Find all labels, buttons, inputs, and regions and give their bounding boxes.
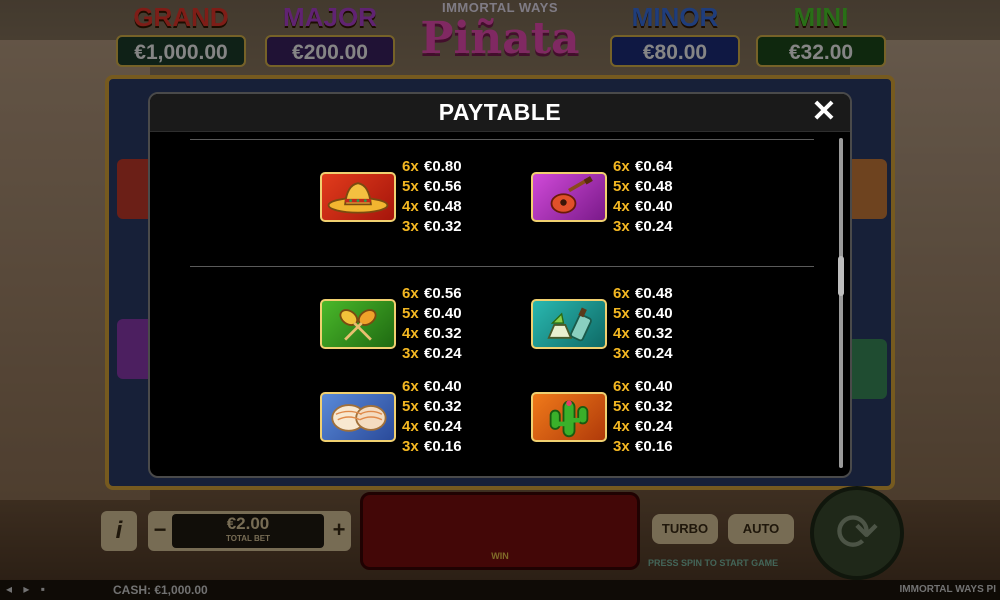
pay-row: 4x €0.32	[402, 324, 462, 344]
pay-count: 6x	[613, 158, 630, 175]
paytable-entry-conchas: 6x €0.40 5x €0.32 4x €0.24 3x €0.16	[320, 377, 520, 459]
pay-row: 6x €0.40	[613, 377, 673, 397]
pay-amount: €0.40	[635, 305, 673, 322]
pay-count: 5x	[402, 398, 419, 415]
cactus-icon	[531, 392, 607, 442]
pay-row: 5x €0.56	[402, 177, 462, 197]
pay-row: 3x €0.24	[613, 217, 673, 237]
pay-count: 6x	[613, 378, 630, 395]
pay-amount: €0.56	[424, 285, 462, 302]
pay-row: 3x €0.16	[402, 437, 462, 457]
pay-count: 6x	[402, 158, 419, 175]
pay-amount: €0.32	[635, 398, 673, 415]
pay-amount: €0.24	[635, 218, 673, 235]
paytable-title: PAYTABLE	[438, 99, 562, 125]
paytable-entry-tequila: 6x €0.48 5x €0.40 4x €0.32 3x €0.24	[531, 284, 731, 366]
pay-count: 4x	[402, 325, 419, 342]
pay-count: 5x	[613, 398, 630, 415]
pay-count: 6x	[402, 285, 419, 302]
close-icon[interactable]: ✕	[810, 97, 838, 127]
pay-count: 3x	[402, 218, 419, 235]
pay-amount: €0.16	[635, 438, 673, 455]
pay-amount: €0.48	[424, 198, 462, 215]
paytable-entry-guitar: 6x €0.64 5x €0.48 4x €0.40 3x €0.24	[531, 157, 731, 239]
pay-count: 4x	[613, 325, 630, 342]
pay-row: 5x €0.32	[613, 397, 673, 417]
pay-amount: €0.32	[635, 325, 673, 342]
pay-count: 3x	[402, 438, 419, 455]
pay-amount: €0.40	[424, 378, 462, 395]
divider	[190, 139, 814, 140]
pay-row: 3x €0.32	[402, 217, 462, 237]
scrollbar-thumb[interactable]	[839, 138, 843, 468]
pay-count: 4x	[613, 198, 630, 215]
pay-amount: €0.64	[635, 158, 673, 175]
pay-count: 3x	[402, 345, 419, 362]
pay-count: 3x	[613, 345, 630, 362]
pay-count: 3x	[613, 218, 630, 235]
pay-amount: €0.32	[424, 325, 462, 342]
pay-amount: €0.32	[424, 398, 462, 415]
pay-row: 5x €0.40	[402, 304, 462, 324]
pay-row: 5x €0.48	[613, 177, 673, 197]
pay-amount: €0.56	[424, 178, 462, 195]
tequila-icon	[531, 299, 607, 349]
pay-row: 6x €0.48	[613, 284, 673, 304]
paytable-entry-sombrero: 6x €0.80 5x €0.56 4x €0.48 3x €0.32	[320, 157, 520, 239]
pay-amount: €0.16	[424, 438, 462, 455]
pay-row: 5x €0.40	[613, 304, 673, 324]
paytable-entry-cactus: 6x €0.40 5x €0.32 4x €0.24 3x €0.16	[531, 377, 731, 459]
pay-amount: €0.24	[635, 418, 673, 435]
maracas-icon	[320, 299, 396, 349]
pay-amount: €0.24	[424, 345, 462, 362]
pay-row: 4x €0.48	[402, 197, 462, 217]
paytable-entry-maracas: 6x €0.56 5x €0.40 4x €0.32 3x €0.24	[320, 284, 520, 366]
pay-list: 6x €0.40 5x €0.32 4x €0.24 3x €0.16	[402, 377, 462, 457]
pay-amount: €0.40	[635, 378, 673, 395]
conchas-bread-icon	[320, 392, 396, 442]
pay-list: 6x €0.56 5x €0.40 4x €0.32 3x €0.24	[402, 284, 462, 364]
pay-row: 4x €0.32	[613, 324, 673, 344]
pay-row: 6x €0.64	[613, 157, 673, 177]
pay-count: 4x	[402, 418, 419, 435]
pay-amount: €0.40	[424, 305, 462, 322]
scrollbar-track[interactable]	[839, 138, 843, 468]
pay-count: 6x	[613, 285, 630, 302]
pay-row: 5x €0.32	[402, 397, 462, 417]
paytable-modal: PAYTABLE ✕ 6x €0.80 5x €0.56 4x €0.48 3x €0.…	[148, 92, 852, 478]
pay-amount: €0.48	[635, 178, 673, 195]
scrollbar-handle[interactable]	[838, 256, 844, 296]
pay-count: 5x	[402, 305, 419, 322]
pay-count: 5x	[402, 178, 419, 195]
pay-amount: €0.24	[424, 418, 462, 435]
pay-amount: €0.80	[424, 158, 462, 175]
pay-row: 3x €0.24	[613, 344, 673, 364]
pay-list: 6x €0.64 5x €0.48 4x €0.40 3x €0.24	[613, 157, 673, 237]
pay-row: 6x €0.40	[402, 377, 462, 397]
guitar-icon	[531, 172, 607, 222]
pay-amount: €0.24	[635, 345, 673, 362]
sombrero-icon	[320, 172, 396, 222]
pay-list: 6x €0.40 5x €0.32 4x €0.24 3x €0.16	[613, 377, 673, 457]
pay-count: 5x	[613, 305, 630, 322]
pay-row: 3x €0.16	[613, 437, 673, 457]
pay-row: 4x €0.24	[402, 417, 462, 437]
divider	[190, 266, 814, 267]
pay-count: 6x	[402, 378, 419, 395]
pay-amount: €0.32	[424, 218, 462, 235]
pay-amount: €0.40	[635, 198, 673, 215]
pay-row: 3x €0.24	[402, 344, 462, 364]
pay-row: 4x €0.40	[613, 197, 673, 217]
pay-count: 4x	[613, 418, 630, 435]
pay-row: 6x €0.56	[402, 284, 462, 304]
paytable-header: PAYTABLE ✕	[150, 94, 850, 132]
pay-row: 4x €0.24	[613, 417, 673, 437]
pay-count: 3x	[613, 438, 630, 455]
pay-amount: €0.48	[635, 285, 673, 302]
pay-count: 4x	[402, 198, 419, 215]
pay-list: 6x €0.80 5x €0.56 4x €0.48 3x €0.32	[402, 157, 462, 237]
pay-row: 6x €0.80	[402, 157, 462, 177]
pay-list: 6x €0.48 5x €0.40 4x €0.32 3x €0.24	[613, 284, 673, 364]
pay-count: 5x	[613, 178, 630, 195]
